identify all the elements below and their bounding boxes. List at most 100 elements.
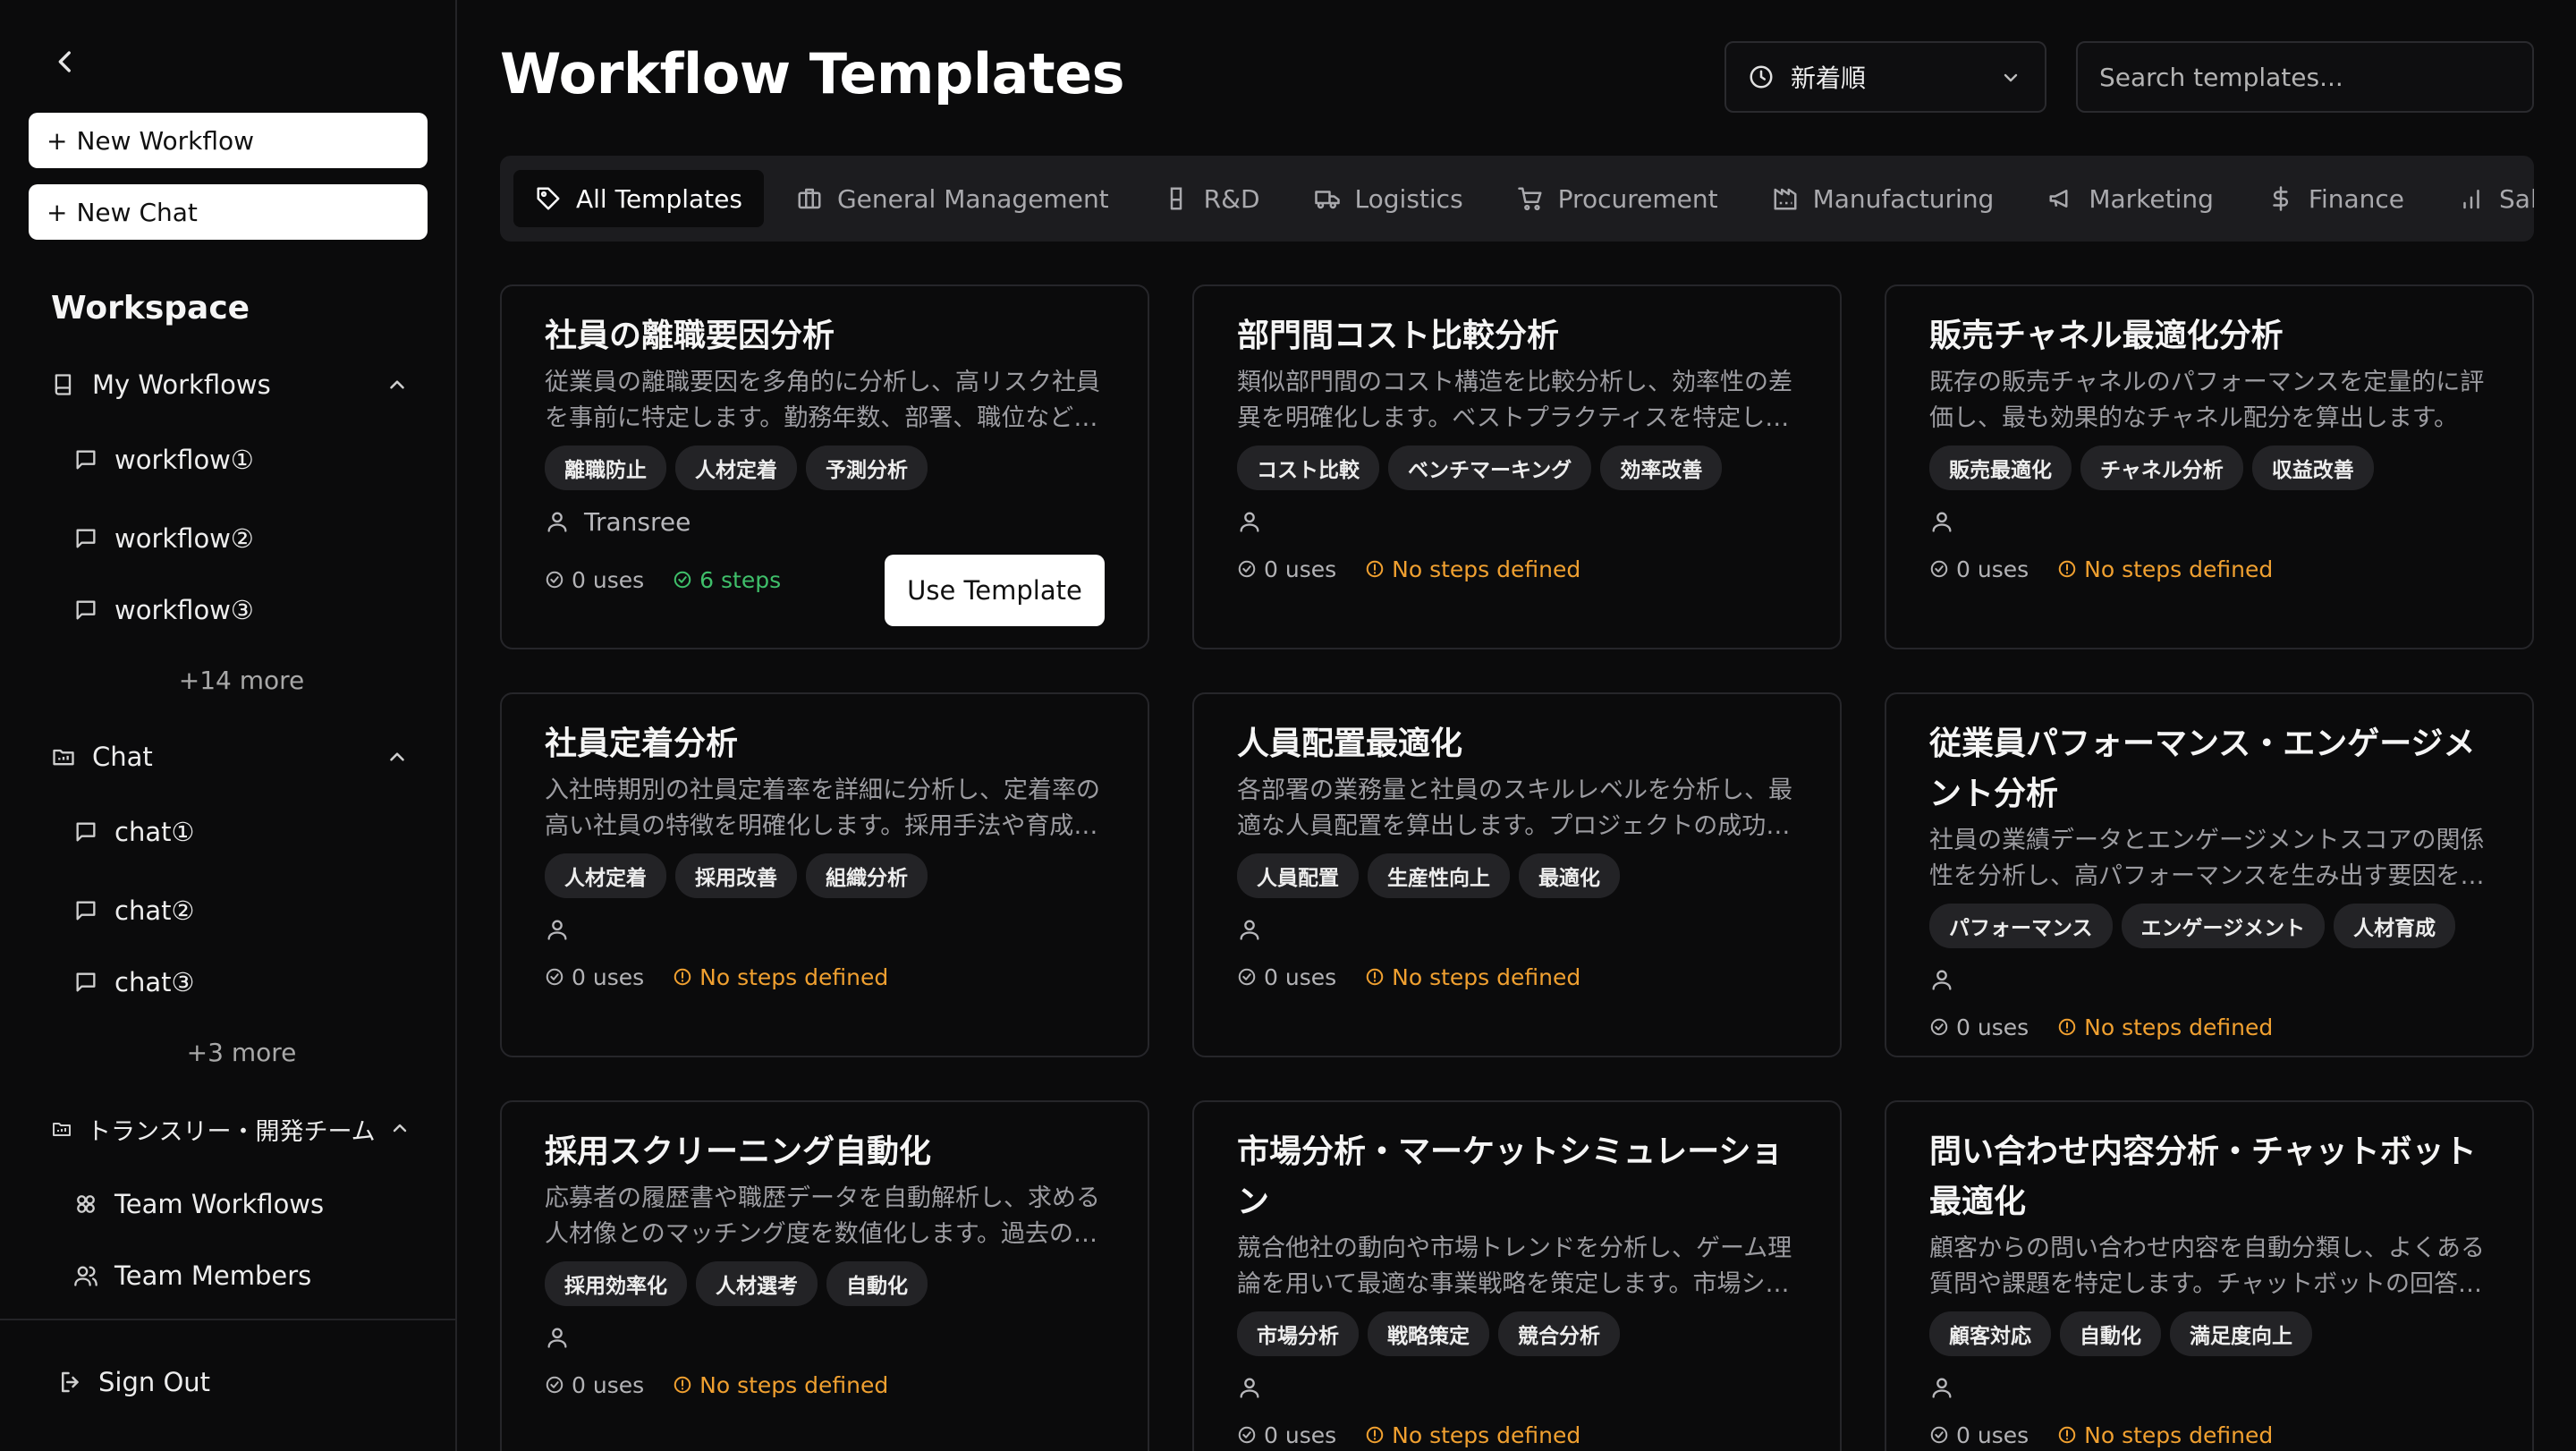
check-circle-icon — [1929, 1425, 1949, 1445]
tab-manufacturing[interactable]: Manufacturing — [1750, 170, 2016, 227]
tag-chip[interactable]: 顧客対応 — [1929, 1311, 2051, 1356]
uses-count: 0 uses — [1237, 1422, 1336, 1448]
dollar-icon — [2267, 185, 2294, 212]
tag-chip[interactable]: パフォーマンス — [1929, 904, 2113, 948]
card-stats: 0 uses No steps defined — [1929, 1417, 2489, 1451]
card-title: 採用スクリーニング自動化 — [545, 1133, 932, 1170]
tag-chip[interactable]: 販売最適化 — [1929, 445, 2072, 490]
chat-show-more[interactable]: +3 more — [0, 1038, 483, 1067]
uses-count: 0 uses — [545, 567, 644, 593]
tab-procurement[interactable]: Procurement — [1496, 170, 1740, 227]
steps-status: No steps defined — [1365, 964, 1580, 990]
tag-chip[interactable]: 人員配置 — [1237, 853, 1359, 898]
search-input[interactable] — [2076, 41, 2534, 113]
message-square-icon — [73, 598, 98, 623]
tag-chip[interactable]: 満足度向上 — [2170, 1311, 2312, 1356]
sign-out-button[interactable]: Sign Out — [57, 1367, 210, 1397]
template-card[interactable]: 社員の離職要因分析 従業員の離職要因を多角的に分析し、高リスク社員を事前に特定し… — [500, 284, 1149, 649]
back-chevron-icon[interactable] — [50, 47, 80, 77]
tag-chip[interactable]: 離職防止 — [545, 445, 666, 490]
tab-finance[interactable]: Finance — [2246, 170, 2426, 227]
use-template-button[interactable]: Use Template — [885, 555, 1105, 626]
card-description: 応募者の履歴書や職歴データを自動解析し、求める人材像とのマッチング度を数値化しま… — [545, 1184, 1100, 1248]
tag-chip[interactable]: 競合分析 — [1498, 1311, 1620, 1356]
workflows-show-more[interactable]: +14 more — [0, 666, 483, 695]
tab-label: R&D — [1203, 183, 1260, 214]
template-card[interactable]: 部門間コスト比較分析 類似部門間のコスト構造を比較分析し、効率性の差異を明確化し… — [1192, 284, 1842, 649]
sidebar-item-label: chat③ — [114, 967, 195, 997]
tag-chip[interactable]: 自動化 — [2060, 1311, 2161, 1356]
sidebar-item-label: workflow① — [114, 445, 254, 475]
sidebar-item-team-workflows[interactable]: Team Workflows — [73, 1184, 324, 1224]
sidebar-item-workflow-2[interactable]: workflow② — [73, 519, 254, 558]
template-card[interactable]: 人員配置最適化 各部署の業務量と社員のスキルレベルを分析し、最適な人員配置を算出… — [1192, 692, 1842, 1057]
tag-chip[interactable]: 生産性向上 — [1368, 853, 1510, 898]
team-section-toggle[interactable]: トランスリー・開発チーム — [51, 1109, 409, 1149]
sidebar-item-chat-1[interactable]: chat① — [73, 812, 194, 852]
tag-chip[interactable]: 人材選考 — [696, 1261, 818, 1306]
sidebar-item-team-members[interactable]: Team Members — [73, 1256, 311, 1295]
alert-circle-icon — [2057, 559, 2077, 579]
chevron-down-icon — [2000, 67, 2021, 89]
tag-chip[interactable]: 予測分析 — [806, 445, 928, 490]
tag-chip[interactable]: 人材定着 — [675, 445, 797, 490]
steps-status: No steps defined — [2057, 1014, 2273, 1040]
tab-r-and-d[interactable]: R&D — [1141, 170, 1282, 227]
tag-chip[interactable]: ベンチマーキング — [1388, 445, 1592, 490]
uses-label: 0 uses — [1264, 963, 1337, 990]
tag-chip[interactable]: 人材定着 — [545, 853, 666, 898]
steps-label: No steps defined — [2084, 1014, 2274, 1040]
alert-circle-icon — [2057, 1425, 2077, 1445]
card-title: 人員配置最適化 — [1237, 726, 1463, 762]
card-stats: 0 uses No steps defined — [1237, 1417, 1797, 1451]
tab-logistics[interactable]: Logistics — [1292, 170, 1485, 227]
message-square-icon — [73, 447, 98, 472]
tag-chip[interactable]: 自動化 — [826, 1261, 928, 1306]
uses-label: 0 uses — [1956, 1014, 2029, 1040]
steps-status: No steps defined — [673, 1372, 888, 1398]
tag-chip[interactable]: 戦略策定 — [1368, 1311, 1489, 1356]
tag-chip[interactable]: 収益改善 — [2251, 445, 2374, 490]
tag-chip[interactable]: コスト比較 — [1237, 445, 1379, 490]
sort-dropdown[interactable]: 新着順 — [1724, 41, 2046, 113]
new-workflow-button[interactable]: + New Workflow — [29, 113, 428, 168]
tag-chip[interactable]: チャネル分析 — [2080, 445, 2243, 490]
template-card[interactable]: 問い合わせ内容分析・チャットボット最適化 顧客からの問い合わせ内容を自動分類し、… — [1885, 1100, 2534, 1451]
tag-chip[interactable]: 組織分析 — [806, 853, 928, 898]
tag-chip[interactable]: 市場分析 — [1237, 1311, 1359, 1356]
template-card[interactable]: 従業員パフォーマンス・エンゲージメント分析 社員の業績データとエンゲージメントス… — [1885, 692, 2534, 1057]
message-square-icon — [73, 898, 98, 923]
my-workflows-section-toggle[interactable]: My Workflows — [51, 365, 409, 404]
tag-chip[interactable]: 最適化 — [1519, 853, 1620, 898]
tab-general-management[interactable]: General Management — [775, 170, 1131, 227]
card-title: 市場分析・マーケットシミュレーション — [1237, 1133, 1784, 1220]
card-tags: コスト比較 ベンチマーキング 効率改善 — [1237, 445, 1797, 490]
template-card[interactable]: 販売チャネル最適化分析 既存の販売チャネルのパフォーマンスを定量的に評価し、最も… — [1885, 284, 2534, 649]
check-circle-icon — [545, 570, 564, 590]
template-card[interactable]: 市場分析・マーケットシミュレーション 競合他社の動向や市場トレンドを分析し、ゲー… — [1192, 1100, 1842, 1451]
card-tags: 採用効率化 人材選考 自動化 — [545, 1261, 1105, 1306]
template-card[interactable]: 社員定着分析 入社時期別の社員定着率を詳細に分析し、定着率の高い社員の特徴を明確… — [500, 692, 1149, 1057]
tag-chip[interactable]: 効率改善 — [1600, 445, 1723, 490]
sidebar-item-chat-2[interactable]: chat② — [73, 891, 194, 930]
tag-chip[interactable]: エンゲージメント — [2121, 904, 2326, 948]
chat-section-toggle[interactable]: Chat — [51, 737, 409, 776]
flask-icon — [1163, 185, 1190, 212]
tab-sales[interactable]: Sales — [2436, 170, 2534, 227]
sidebar-item-chat-3[interactable]: chat③ — [73, 963, 194, 1002]
sidebar-item-workflow-1[interactable]: workflow① — [73, 440, 254, 479]
template-card[interactable]: 採用スクリーニング自動化 応募者の履歴書や職歴データを自動解析し、求める人材像と… — [500, 1100, 1149, 1451]
tab-label: Sales — [2499, 183, 2534, 214]
tab-all-templates[interactable]: All Templates — [513, 170, 764, 227]
tab-marketing[interactable]: Marketing — [2026, 170, 2235, 227]
tag-chip[interactable]: 採用改善 — [675, 853, 797, 898]
briefcase-icon — [796, 185, 823, 212]
new-chat-button[interactable]: + New Chat — [29, 184, 428, 240]
sidebar-item-workflow-3[interactable]: workflow③ — [73, 590, 254, 630]
tag-chip[interactable]: 採用効率化 — [545, 1261, 687, 1306]
uses-label: 0 uses — [1264, 556, 1337, 582]
card-stats: 0 uses No steps defined — [545, 1367, 1105, 1403]
cart-icon — [1517, 185, 1544, 212]
uses-label: 0 uses — [572, 963, 645, 990]
tag-chip[interactable]: 人材育成 — [2334, 904, 2456, 948]
